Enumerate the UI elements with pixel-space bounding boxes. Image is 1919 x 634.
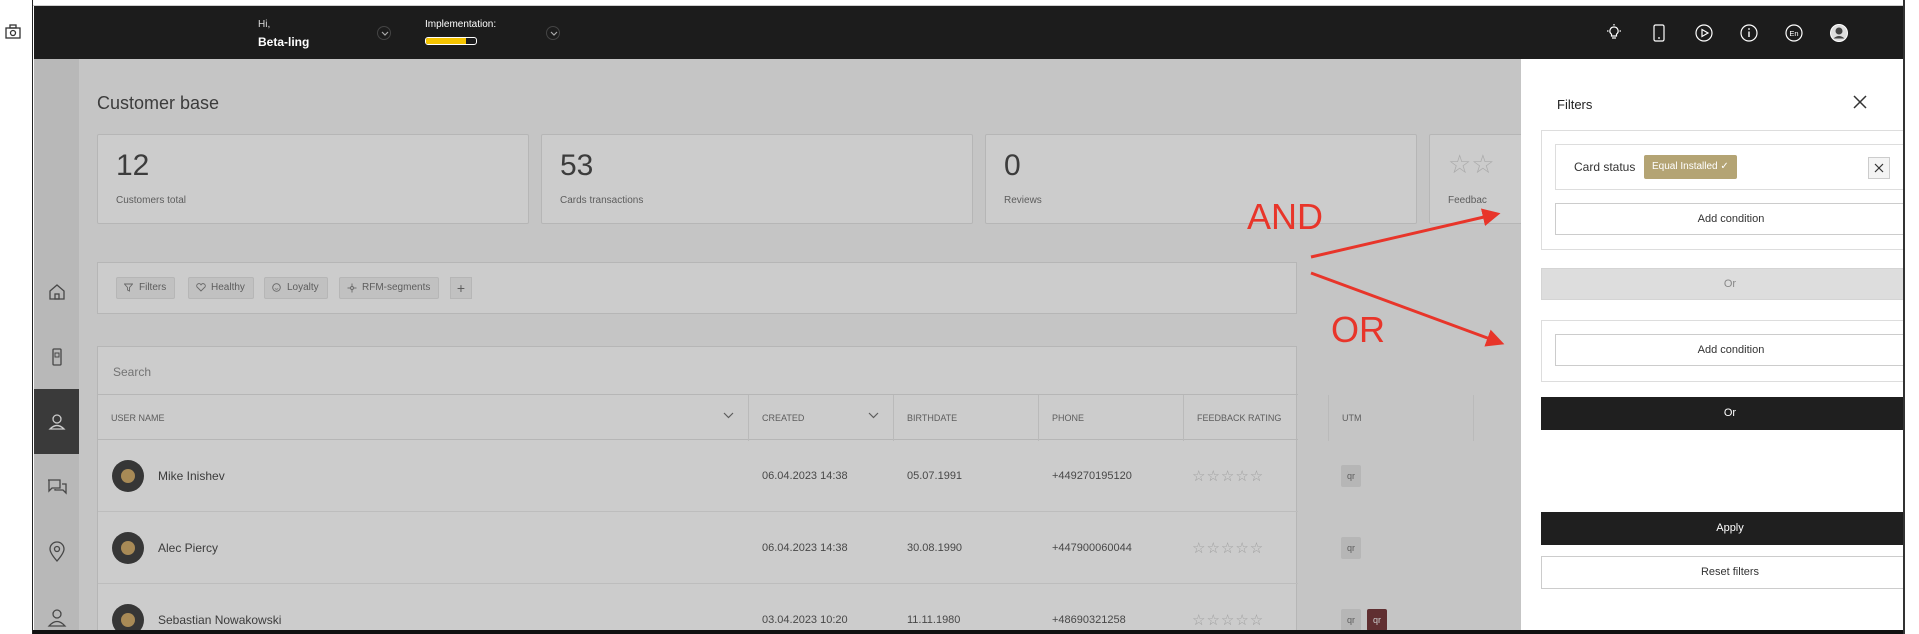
annotation-and: AND bbox=[1247, 196, 1324, 237]
add-condition-button[interactable]: Add condition bbox=[1555, 203, 1907, 235]
apply-button[interactable]: Apply bbox=[1541, 512, 1919, 545]
language-code: En bbox=[1789, 29, 1798, 38]
implementation-progress-fill bbox=[426, 38, 466, 44]
implementation-label: Implementation: bbox=[425, 19, 497, 30]
greeting-text: Hi, bbox=[258, 19, 271, 30]
condition-field-label: Card status bbox=[1574, 160, 1636, 174]
condition-value-tag[interactable]: Equal Installed ✓ bbox=[1644, 155, 1737, 179]
filters-title: Filters bbox=[1557, 97, 1593, 112]
bottom-edge bbox=[33, 630, 1903, 634]
implementation-chevron-icon[interactable] bbox=[546, 26, 560, 40]
filter-condition: Card status Equal Installed ✓ bbox=[1555, 144, 1907, 190]
close-icon[interactable] bbox=[1851, 93, 1869, 111]
language-icon[interactable]: En bbox=[1784, 23, 1804, 43]
add-condition-button[interactable]: Add condition bbox=[1555, 334, 1907, 366]
user-menu-chevron-icon[interactable] bbox=[377, 26, 391, 40]
top-header: Hi, Beta-ling Implementation: En bbox=[34, 6, 1903, 59]
or-button-disabled: Or bbox=[1541, 268, 1919, 300]
condition-value: Equal Installed bbox=[1652, 161, 1718, 172]
play-icon[interactable] bbox=[1694, 23, 1714, 43]
screenshot-frame: Hi, Beta-ling Implementation: En Custome… bbox=[0, 0, 1919, 634]
edit-icon: ✓ bbox=[1720, 161, 1729, 172]
or-button[interactable]: Or bbox=[1541, 397, 1919, 430]
lightbulb-icon[interactable] bbox=[1604, 23, 1624, 43]
reset-filters-button[interactable]: Reset filters bbox=[1541, 556, 1919, 589]
remove-condition-button[interactable] bbox=[1868, 157, 1890, 179]
avatar-icon[interactable] bbox=[1829, 23, 1849, 43]
filters-panel: Filters Card status Equal Installed ✓ Ad… bbox=[1521, 59, 1919, 630]
close-icon bbox=[1874, 163, 1884, 173]
filter-group-1: Card status Equal Installed ✓ Add condit… bbox=[1541, 130, 1919, 250]
left-edge bbox=[0, 0, 33, 634]
user-name[interactable]: Beta-ling bbox=[258, 35, 309, 49]
screenshot-icon[interactable] bbox=[4, 22, 22, 40]
filter-group-2: Add condition bbox=[1541, 320, 1919, 382]
right-edge bbox=[1903, 0, 1919, 634]
phone-icon[interactable] bbox=[1649, 23, 1669, 43]
modal-backdrop[interactable] bbox=[34, 59, 1521, 630]
implementation-progress-bar bbox=[425, 37, 477, 45]
annotation-or: OR bbox=[1331, 309, 1385, 350]
info-icon[interactable] bbox=[1739, 23, 1759, 43]
